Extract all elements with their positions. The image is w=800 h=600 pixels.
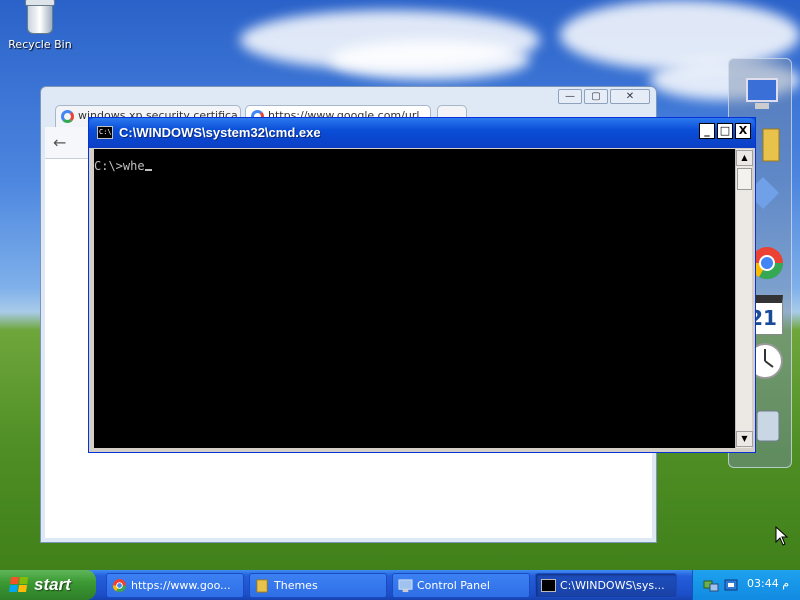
mouse-pointer-icon [775,526,789,546]
folder-icon [256,579,268,593]
taskbar-button-label: Themes [274,579,318,592]
cmd-window-controls: _ □ X [699,123,751,139]
taskbar-clock[interactable]: 03:44 م [747,577,789,590]
cmd-close-button[interactable]: X [735,123,751,139]
cmd-window-title: C:\WINDOWS\system32\cmd.exe [119,125,321,140]
cmd-icon: C:\ [97,126,113,139]
taskbar: start https://www.goo... Themes Control … [0,570,800,600]
cmd-vertical-scrollbar[interactable]: ▲ ▼ [735,149,753,448]
cmd-maximize-button[interactable]: □ [717,123,733,139]
scroll-up-button[interactable]: ▲ [736,150,753,166]
taskbar-button-label: Control Panel [417,579,490,592]
network-icon[interactable] [703,577,719,593]
taskbar-button-label: C:\WINDOWS\sys... [560,579,665,592]
taskbar-button-label: https://www.goo... [131,579,231,592]
cmd-minimize-button[interactable]: _ [699,123,715,139]
volume-icon[interactable] [723,577,739,593]
chrome-maximize-button[interactable]: ▢ [584,89,608,104]
start-button[interactable]: start [0,570,96,600]
cloud [330,40,530,80]
cmd-window[interactable]: C:\ C:\WINDOWS\system32\cmd.exe _ □ X C:… [88,117,756,453]
console-typed-text: whe [122,159,145,173]
start-label: start [34,575,71,594]
console-prompt: C:\> [94,159,123,173]
recycle-bin-label: Recycle Bin [8,38,72,51]
taskbar-button-chrome[interactable]: https://www.goo... [106,573,244,598]
scroll-down-button[interactable]: ▼ [736,431,753,447]
taskbar-button-control-panel[interactable]: Control Panel [392,573,530,598]
chrome-close-button[interactable]: ✕ [610,89,650,104]
scroll-thumb[interactable] [737,168,752,190]
system-tray: 03:44 م [692,570,800,600]
back-arrow-icon[interactable]: ← [53,133,66,152]
cmd-titlebar[interactable]: C:\ C:\WINDOWS\system32\cmd.exe _ □ X [89,118,755,148]
taskbar-button-cmd[interactable]: C:\WINDOWS\sys... [535,573,677,598]
google-icon [61,110,74,123]
monitor-gadget-icon[interactable] [743,75,783,115]
recycle-bin-icon [25,0,55,34]
chrome-icon [112,578,127,593]
console-output[interactable]: C:\>whe [94,149,735,448]
windows-flag-icon [9,577,29,593]
recycle-bin-desktop-icon[interactable]: Recycle Bin [8,0,72,51]
cmd-icon [541,579,556,592]
control-panel-icon [398,579,413,593]
text-cursor [144,169,152,171]
chrome-window-controls: — ▢ ✕ [558,89,650,104]
taskbar-button-themes[interactable]: Themes [249,573,387,598]
chrome-minimize-button[interactable]: — [558,89,582,104]
